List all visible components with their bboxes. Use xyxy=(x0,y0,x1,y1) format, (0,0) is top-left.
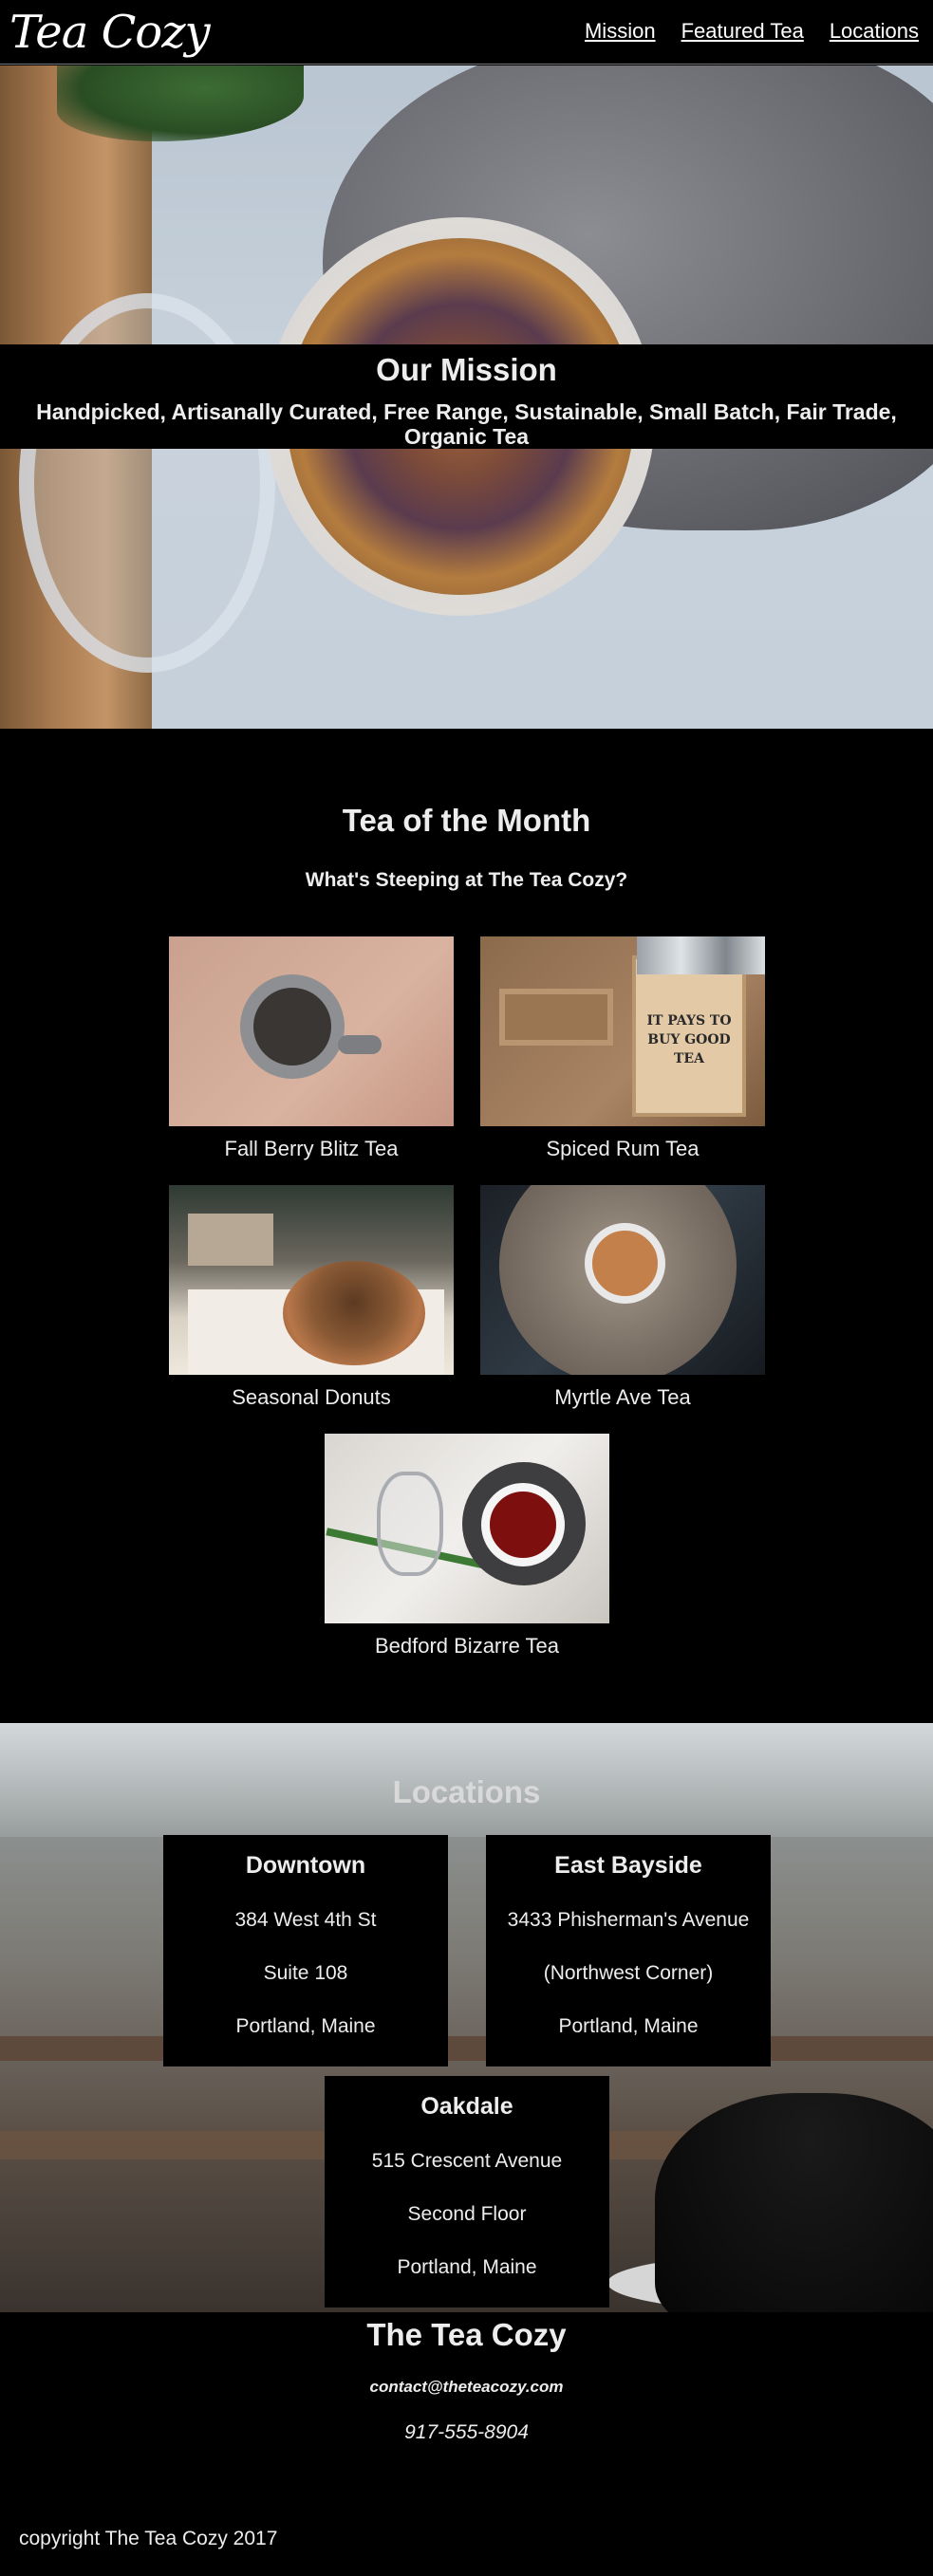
tea-section-subtitle: What's Steeping at The Tea Cozy? xyxy=(305,869,628,891)
tea-item-seasonal-donuts: Seasonal Donuts xyxy=(169,1185,454,1410)
location-name: Downtown xyxy=(245,1852,366,1879)
location-address-line: 384 West 4th St xyxy=(234,1909,377,1931)
location-address-line: Portland, Maine xyxy=(397,2256,537,2278)
location-address-line: Second Floor xyxy=(407,2203,527,2225)
nav-link-mission[interactable]: Mission xyxy=(585,19,656,44)
tea-item-myrtle-ave: Myrtle Ave Tea xyxy=(480,1185,765,1410)
tea-item-bedford-bizarre: Bedford Bizarre Tea xyxy=(325,1434,609,1659)
location-address-line: 3433 Phisherman's Avenue xyxy=(507,1909,750,1931)
location-name: Oakdale xyxy=(420,2093,513,2120)
fall-berry-image xyxy=(169,936,454,1126)
location-address-line: Portland, Maine xyxy=(558,2015,699,2037)
tea-section-title: Tea of the Month xyxy=(342,803,591,838)
bedford-bizarre-image xyxy=(325,1434,609,1623)
contact-email-link[interactable]: contact@theteacozy.com xyxy=(0,2378,933,2397)
site-footer: The Tea Cozy contact@theteacozy.com 917-… xyxy=(0,2312,933,2576)
spiced-rum-image: IT PAYS TO BUY GOOD TEA xyxy=(480,936,765,1126)
tea-item-caption: Fall Berry Blitz Tea xyxy=(224,1137,399,1160)
hero-image-leaf xyxy=(57,65,304,141)
location-address-line: Portland, Maine xyxy=(235,2015,376,2037)
copyright-text: copyright The Tea Cozy 2017 xyxy=(19,2528,278,2549)
tea-item-caption: Bedford Bizarre Tea xyxy=(374,1634,560,1658)
coffee-mug-image xyxy=(655,2093,933,2312)
location-name: East Bayside xyxy=(554,1852,702,1879)
mission-tagline: Handpicked, Artisanally Curated, Free Ra… xyxy=(36,399,897,449)
seasonal-donuts-image xyxy=(169,1185,454,1375)
tea-box-sign: IT PAYS TO BUY GOOD TEA xyxy=(646,1013,732,1066)
tea-item-spiced-rum: IT PAYS TO BUY GOOD TEA Spiced Rum Tea xyxy=(480,936,765,1161)
mission-section: Our Mission Handpicked, Artisanally Cura… xyxy=(0,65,933,729)
main-nav: Mission Featured Tea Locations xyxy=(585,19,919,44)
location-card-downtown: Downtown 384 West 4th St Suite 108 Portl… xyxy=(163,1835,448,2066)
location-card-oakdale: Oakdale 515 Crescent Avenue Second Floor… xyxy=(325,2076,609,2307)
site-header: Tea Cozy Mission Featured Tea Locations xyxy=(0,0,933,65)
nav-link-locations[interactable]: Locations xyxy=(830,19,919,44)
myrtle-ave-image xyxy=(480,1185,765,1375)
location-card-east-bayside: East Bayside 3433 Phisherman's Avenue (N… xyxy=(486,1835,771,2066)
tea-item-caption: Spiced Rum Tea xyxy=(546,1137,700,1160)
mission-banner: Our Mission Handpicked, Artisanally Cura… xyxy=(0,344,933,449)
contact-phone: 917-555-8904 xyxy=(404,2421,529,2443)
site-logo[interactable]: Tea Cozy xyxy=(9,2,211,63)
tea-item-caption: Seasonal Donuts xyxy=(232,1385,391,1409)
locations-section: Locations Downtown 384 West 4th St Suite… xyxy=(0,1723,933,2312)
tea-item-fall-berry: Fall Berry Blitz Tea xyxy=(169,936,454,1161)
footer-title: The Tea Cozy xyxy=(366,2317,567,2352)
tea-box: IT PAYS TO BUY GOOD TEA xyxy=(632,955,746,1117)
tea-of-month-section: Tea of the Month What's Steeping at The … xyxy=(0,729,933,1723)
location-address-line: Suite 108 xyxy=(263,1962,348,1984)
locations-title: Locations xyxy=(392,1774,541,1809)
location-address-line: (Northwest Corner) xyxy=(543,1962,714,1984)
location-address-line: 515 Crescent Avenue xyxy=(371,2150,563,2172)
tea-item-caption: Myrtle Ave Tea xyxy=(554,1385,691,1409)
mission-title: Our Mission xyxy=(376,352,557,387)
nav-link-featured-tea[interactable]: Featured Tea xyxy=(681,19,804,44)
